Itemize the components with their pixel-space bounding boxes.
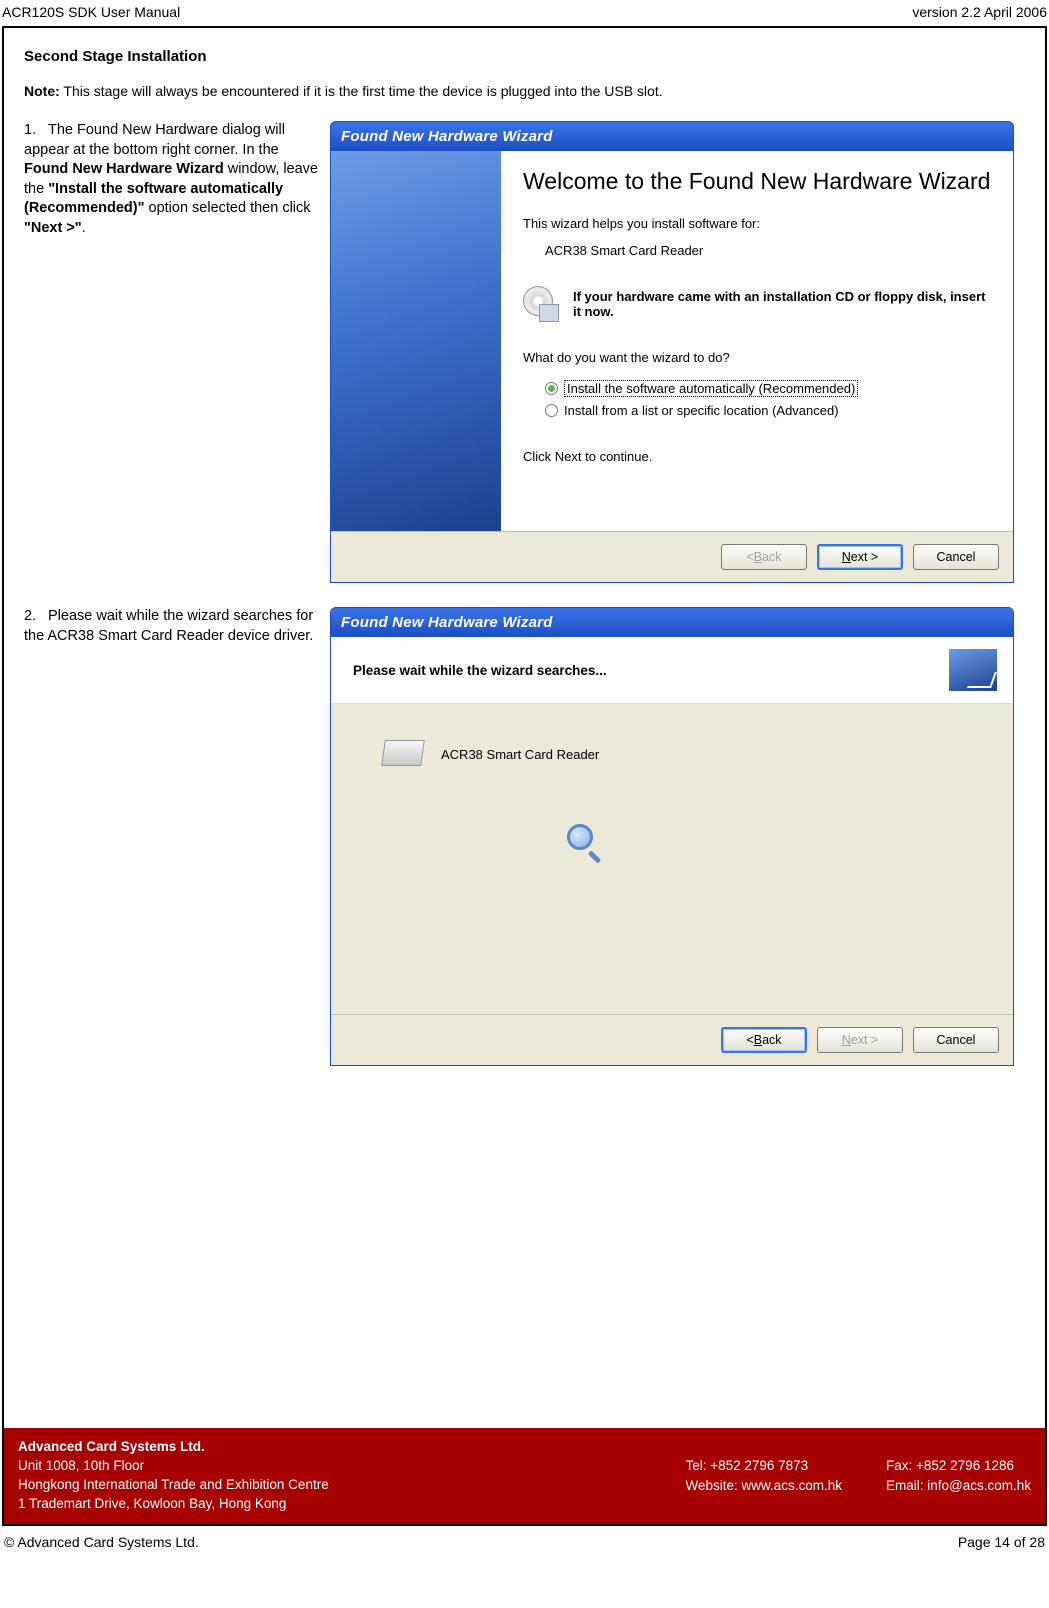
radio-auto-label: Install the software automatically (Reco… [564,380,858,397]
wizard-1-sidebar [331,151,501,531]
radio-auto-input[interactable] [545,382,558,395]
s1-t3: option selected then click [144,200,310,216]
s2-text: Please wait while the wizard searches fo… [24,608,313,644]
wizard-2-header: Please wait while the wizard searches... [331,637,1013,704]
cancel-button-2[interactable]: Cancel [913,1027,999,1053]
contact-col2: Fax: +852 2796 1286 Email: info@acs.com.… [886,1456,1031,1497]
back2-u: B [754,1033,762,1047]
section-title: Second Stage Installation [24,48,1025,65]
wizard-2-heading: Please wait while the wizard searches... [353,663,607,678]
copyright: © Advanced Card Systems Ltd. [4,1534,199,1550]
wizard-1: Found New Hardware Wizard Welcome to the… [330,121,1014,583]
contact-col1: Tel: +852 2796 7873 Website: www.acs.com… [685,1456,842,1497]
step-1-row: 1.The Found New Hardware dialog will app… [24,121,1025,583]
addr3: 1 Trademart Drive, Kowloon Bay, Hong Kon… [18,1495,329,1514]
next-post: ext > [851,550,878,564]
radio-auto[interactable]: Install the software automatically (Reco… [523,377,991,400]
next2-u: N [842,1033,851,1047]
wizard-1-continue: Click Next to continue. [523,449,991,464]
cd-icon [523,286,559,322]
note-line: Note: This stage will always be encounte… [24,83,1025,99]
back-post: ack [762,550,781,564]
page-number: Page 14 of 28 [958,1534,1045,1550]
note-label: Note: [24,83,60,99]
wizard-1-device: ACR38 Smart Card Reader [523,243,991,258]
radio-advanced-label: Install from a list or specific location… [564,403,839,418]
company-name: Advanced Card Systems Ltd. [18,1438,329,1457]
device-icon [381,734,427,774]
search-icon [561,824,601,864]
back-pre: < [746,550,753,564]
wizard-2-footer: < Back Next > Cancel [331,1014,1013,1065]
page-frame: Second Stage Installation Note: This sta… [2,26,1047,1526]
wizard-1-content: Welcome to the Found New Hardware Wizard… [501,151,1013,531]
page-bottom: © Advanced Card Systems Ltd. Page 14 of … [0,1526,1049,1550]
company-contact: Tel: +852 2796 7873 Website: www.acs.com… [685,1456,1031,1497]
wizard-2-content: ACR38 Smart Card Reader [331,704,1013,1014]
hardware-icon [949,649,997,691]
s1-b1: Found New Hardware Wizard [24,161,224,177]
wizard-1-heading: Welcome to the Found New Hardware Wizard [523,167,991,196]
s1-b3: "Next >" [24,220,82,236]
company-address: Advanced Card Systems Ltd. Unit 1008, 10… [18,1438,329,1514]
wizard-1-footer: < Back Next > Cancel [331,531,1013,582]
page-header: ACR120S SDK User Manual version 2.2 Apri… [0,0,1049,26]
wizard-1-body: Welcome to the Found New Hardware Wizard… [331,151,1013,531]
next-button-2: Next > [817,1027,903,1053]
back-button: < Back [721,544,807,570]
doc-title: ACR120S SDK User Manual [2,4,180,20]
back2-post: ack [762,1033,781,1047]
next2-post: ext > [851,1033,878,1047]
s1-t1: The Found New Hardware dialog will appea… [24,122,285,158]
next-u: N [842,550,851,564]
wizard-1-cd-text: If your hardware came with an installati… [573,289,991,319]
cancel-button[interactable]: Cancel [913,544,999,570]
addr1: Unit 1008, 10th Floor [18,1457,329,1476]
tel: Tel: +852 2796 7873 [685,1456,842,1476]
wizard-1-p1: This wizard helps you install software f… [523,216,991,231]
wizard-2-device: ACR38 Smart Card Reader [441,747,599,762]
radio-advanced[interactable]: Install from a list or specific location… [523,400,991,421]
wizard-2-device-row: ACR38 Smart Card Reader [381,734,963,774]
wizard-1-titlebar: Found New Hardware Wizard [331,122,1013,151]
addr2: Hongkong International Trade and Exhibit… [18,1476,329,1495]
back-button-2[interactable]: < Back [721,1027,807,1053]
s1-t4: . [82,220,86,236]
next-button[interactable]: Next > [817,544,903,570]
back2-pre: < [746,1033,753,1047]
wizard-1-cd-row: If your hardware came with an installati… [523,286,991,322]
web: Website: www.acs.com.hk [685,1476,842,1496]
back-u: B [754,550,762,564]
wizard-2-titlebar: Found New Hardware Wizard [331,608,1013,637]
step-2-num: 2. [24,607,48,627]
step-1-text: 1.The Found New Hardware dialog will app… [24,121,322,583]
step-2-row: 2.Please wait while the wizard searches … [24,607,1025,1066]
radio-advanced-input[interactable] [545,404,558,417]
note-text: This stage will always be encountered if… [60,83,663,99]
wizard-2: Found New Hardware Wizard Please wait wh… [330,607,1014,1066]
wizard-2-body: Please wait while the wizard searches...… [331,637,1013,1014]
email: Email: info@acs.com.hk [886,1476,1031,1496]
wizard-1-question: What do you want the wizard to do? [523,350,991,365]
doc-version: version 2.2 April 2006 [912,4,1047,20]
company-footer: Advanced Card Systems Ltd. Unit 1008, 10… [4,1428,1045,1524]
step-2-text: 2.Please wait while the wizard searches … [24,607,322,1066]
step-1-num: 1. [24,121,48,141]
fax: Fax: +852 2796 1286 [886,1456,1031,1476]
